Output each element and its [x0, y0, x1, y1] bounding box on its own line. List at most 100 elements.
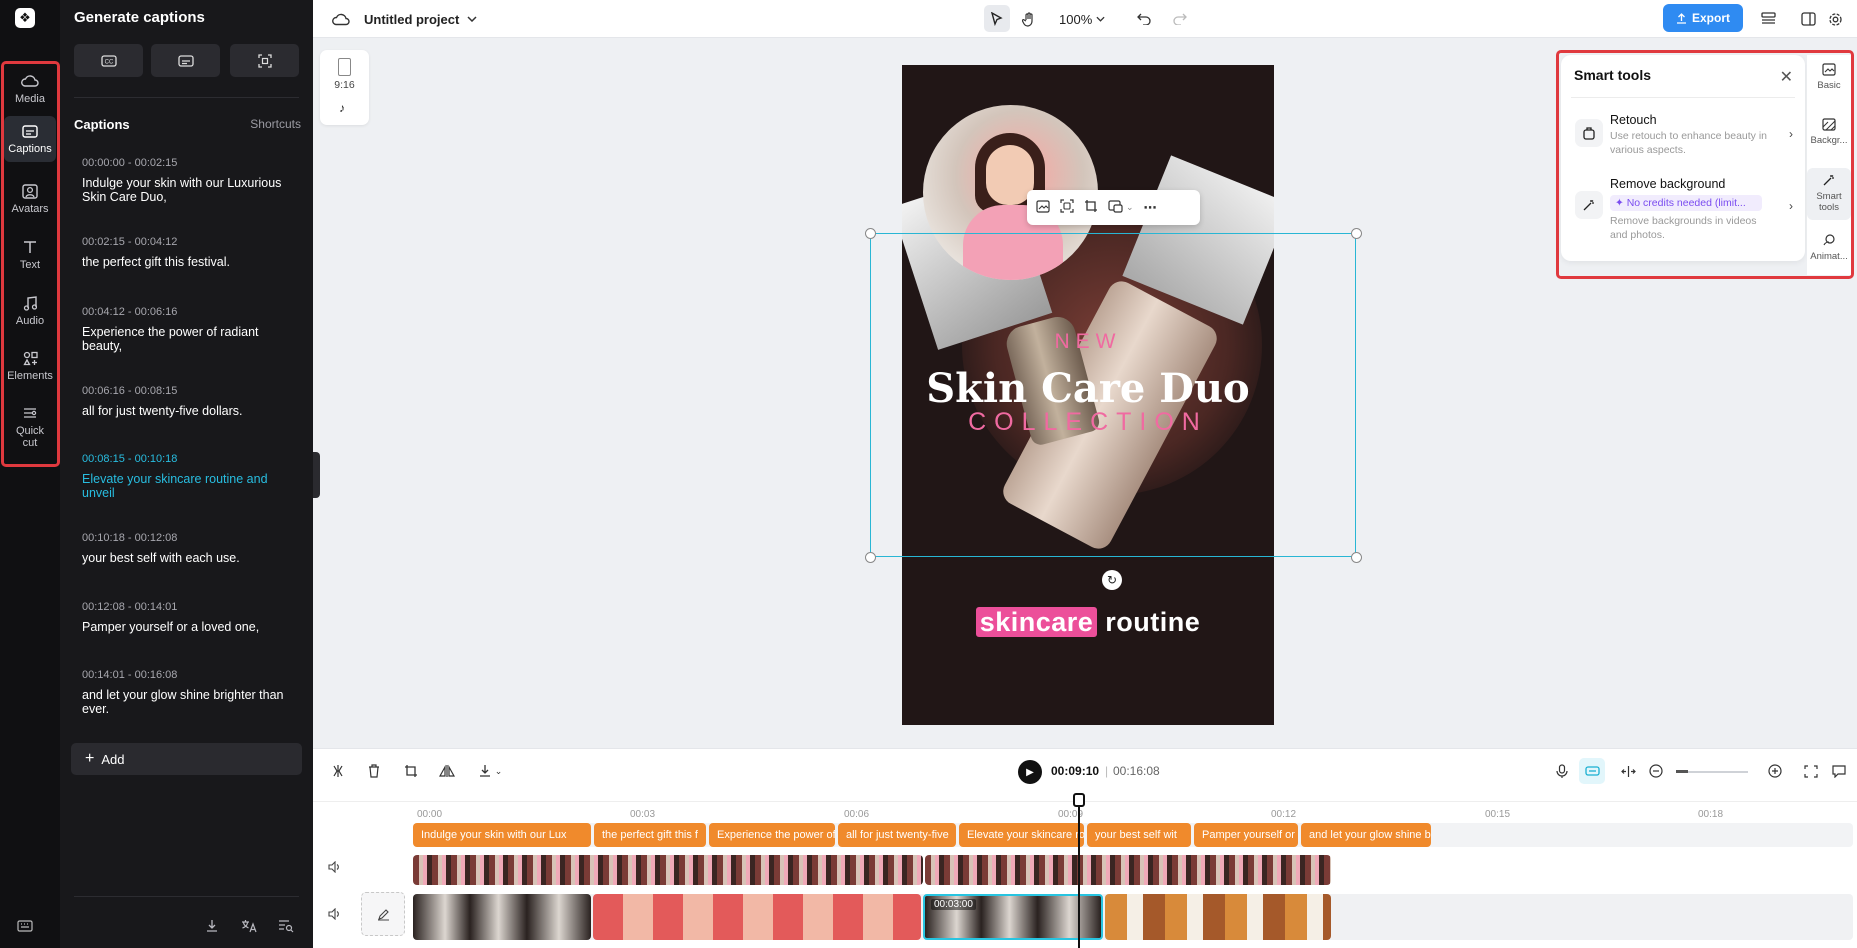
caption-item[interactable]: 00:00:00 - 00:02:15 Indulge your skin wi… — [82, 157, 302, 204]
caption-text[interactable]: Pamper yourself or a loved one, — [82, 620, 302, 634]
tiktok-icon[interactable]: ♪ — [339, 101, 345, 115]
caption-text[interactable]: Indulge your skin with our Luxurious Ski… — [82, 176, 302, 204]
caption-style-subtitle-button[interactable] — [151, 44, 220, 77]
layers-icon[interactable] — [1761, 0, 1776, 38]
play-button[interactable]: ▶ — [1018, 760, 1042, 784]
speaker-icon[interactable] — [328, 907, 341, 923]
caption-clip[interactable]: Pamper yourself or — [1194, 823, 1298, 847]
keyboard-icon[interactable] — [17, 919, 33, 933]
caption-clip[interactable]: the perfect gift this f — [594, 823, 706, 847]
shortcuts-link[interactable]: Shortcuts — [250, 117, 301, 131]
fit-timeline-icon[interactable] — [1802, 762, 1820, 780]
auto-snap-toggle[interactable] — [1579, 758, 1605, 784]
panel-layout-icon[interactable] — [1801, 0, 1816, 38]
rail-item-elements[interactable]: Elements — [4, 343, 56, 382]
undo-icon[interactable] — [1137, 0, 1151, 38]
zoom-out-icon[interactable] — [1647, 762, 1665, 780]
caption-item[interactable]: 00:14:01 - 00:16:08 and let your glow sh… — [82, 669, 302, 716]
caption-item[interactable]: 00:12:08 - 00:14:01 Pamper yourself or a… — [82, 601, 302, 634]
app-logo[interactable]: ❖ — [15, 8, 35, 28]
chevron-down-icon[interactable]: ⌄ — [1126, 202, 1134, 213]
caption-clip[interactable]: Indulge your skin with our Lux — [413, 823, 591, 847]
side-tab-basic[interactable]: Basic — [1807, 61, 1851, 105]
caption-clip[interactable]: your best self wit — [1087, 823, 1191, 847]
crop-icon[interactable] — [1084, 199, 1098, 216]
cloud-save-icon[interactable] — [332, 0, 350, 38]
mask-icon[interactable] — [1108, 199, 1124, 216]
zoom-slider[interactable] — [1676, 770, 1748, 773]
chevron-down-icon[interactable] — [467, 0, 477, 38]
selection-box[interactable] — [870, 233, 1356, 557]
video-clip-selected[interactable]: 00:03:00 — [923, 894, 1103, 940]
hand-tool-button[interactable] — [1022, 0, 1036, 38]
translate-icon[interactable] — [241, 918, 257, 934]
caption-text[interactable]: Experience the power of radiant beauty, — [82, 325, 302, 353]
resize-handle-bl[interactable] — [865, 552, 876, 563]
caption-clip[interactable]: Elevate your skincare ro — [959, 823, 1084, 847]
caption-item-active[interactable]: 00:08:15 - 00:10:18 Elevate your skincar… — [82, 453, 302, 500]
caption-item[interactable]: 00:02:15 - 00:04:12 the perfect gift thi… — [82, 236, 302, 269]
project-title[interactable]: Untitled project — [364, 0, 459, 38]
close-icon[interactable]: ✕ — [1780, 67, 1793, 87]
time-ruler[interactable]: 00:00 00:03 00:06 00:09 00:12 00:15 00:1… — [313, 801, 1857, 821]
smart-tool-remove-background[interactable]: Remove background ✦ No credits needed (l… — [1571, 177, 1797, 243]
aspect-ratio-card[interactable]: 9:16 ♪ — [320, 50, 369, 125]
caption-text[interactable]: your best self with each use. — [82, 551, 302, 565]
playhead-handle[interactable] — [1073, 793, 1085, 807]
caption-text[interactable]: all for just twenty-five dollars. — [82, 404, 302, 418]
replace-image-icon[interactable] — [1036, 199, 1050, 216]
live-caption[interactable]: skincare routine — [902, 607, 1274, 638]
video-clip[interactable] — [1105, 894, 1331, 940]
smart-crop-icon[interactable] — [1060, 199, 1074, 216]
speaker-icon[interactable] — [328, 860, 341, 876]
video-clip[interactable] — [413, 894, 591, 940]
select-tool-button[interactable] — [984, 5, 1010, 32]
more-icon[interactable]: ⋯ — [1144, 200, 1158, 216]
side-tab-background[interactable]: Backgr... — [1807, 116, 1851, 160]
caption-item[interactable]: 00:06:16 - 00:08:15 all for just twenty-… — [82, 385, 302, 418]
resize-handle-tr[interactable] — [1351, 228, 1362, 239]
rail-item-quick-cut[interactable]: Quick cut — [4, 398, 56, 449]
delete-icon[interactable] — [365, 762, 383, 780]
collapse-panel-handle[interactable] — [313, 452, 320, 498]
rail-item-media[interactable]: Media — [4, 66, 56, 105]
caption-text[interactable]: Elevate your skincare routine and unveil — [82, 472, 302, 500]
download-icon[interactable] — [204, 918, 220, 934]
caption-style-cc-button[interactable]: CC — [74, 44, 143, 77]
caption-item[interactable]: 00:04:12 - 00:06:16 Experience the power… — [82, 306, 302, 353]
caption-text[interactable]: the perfect gift this festival. — [82, 255, 302, 269]
side-tab-animation[interactable]: Animat... — [1807, 232, 1851, 276]
rail-item-text[interactable]: Text — [4, 232, 56, 271]
side-tab-smart-tools[interactable]: Smart tools — [1807, 168, 1851, 220]
rail-item-captions[interactable]: Captions — [4, 116, 56, 162]
playhead[interactable] — [1078, 795, 1080, 948]
export-button[interactable]: Export — [1663, 4, 1743, 32]
zoom-in-icon[interactable] — [1766, 762, 1784, 780]
avatar-clip[interactable] — [925, 855, 1331, 885]
video-clip[interactable] — [593, 894, 921, 940]
caption-item[interactable]: 00:10:18 - 00:12:08 your best self with … — [82, 532, 302, 565]
caption-style-auto-button[interactable] — [230, 44, 299, 77]
rotate-icon[interactable]: ↻ — [1102, 570, 1122, 590]
microphone-icon[interactable] — [1553, 762, 1571, 780]
download-menu[interactable]: ⌄ — [475, 762, 505, 780]
resize-handle-br[interactable] — [1351, 552, 1362, 563]
zoom-select[interactable]: 100% — [1059, 0, 1105, 38]
rail-item-avatars[interactable]: Avatars — [4, 176, 56, 215]
add-caption-button[interactable]: + Add — [71, 743, 302, 775]
flip-icon[interactable] — [438, 762, 456, 780]
crop-icon[interactable] — [402, 762, 420, 780]
caption-text[interactable]: and let your glow shine brighter than ev… — [82, 688, 302, 716]
resize-handle-tl[interactable] — [865, 228, 876, 239]
rail-item-audio[interactable]: Audio — [4, 288, 56, 327]
redo-icon[interactable] — [1173, 0, 1187, 38]
comment-icon[interactable] — [1830, 762, 1848, 780]
gear-icon[interactable] — [1828, 0, 1843, 38]
split-icon[interactable] — [329, 762, 347, 780]
edit-cover-button[interactable] — [361, 892, 405, 936]
search-replace-icon[interactable] — [278, 918, 294, 934]
avatar-clip[interactable] — [413, 855, 923, 885]
caption-clip[interactable]: and let your glow shine b — [1301, 823, 1431, 847]
split-view-icon[interactable] — [1619, 762, 1637, 780]
caption-clip[interactable]: all for just twenty-five — [838, 823, 956, 847]
